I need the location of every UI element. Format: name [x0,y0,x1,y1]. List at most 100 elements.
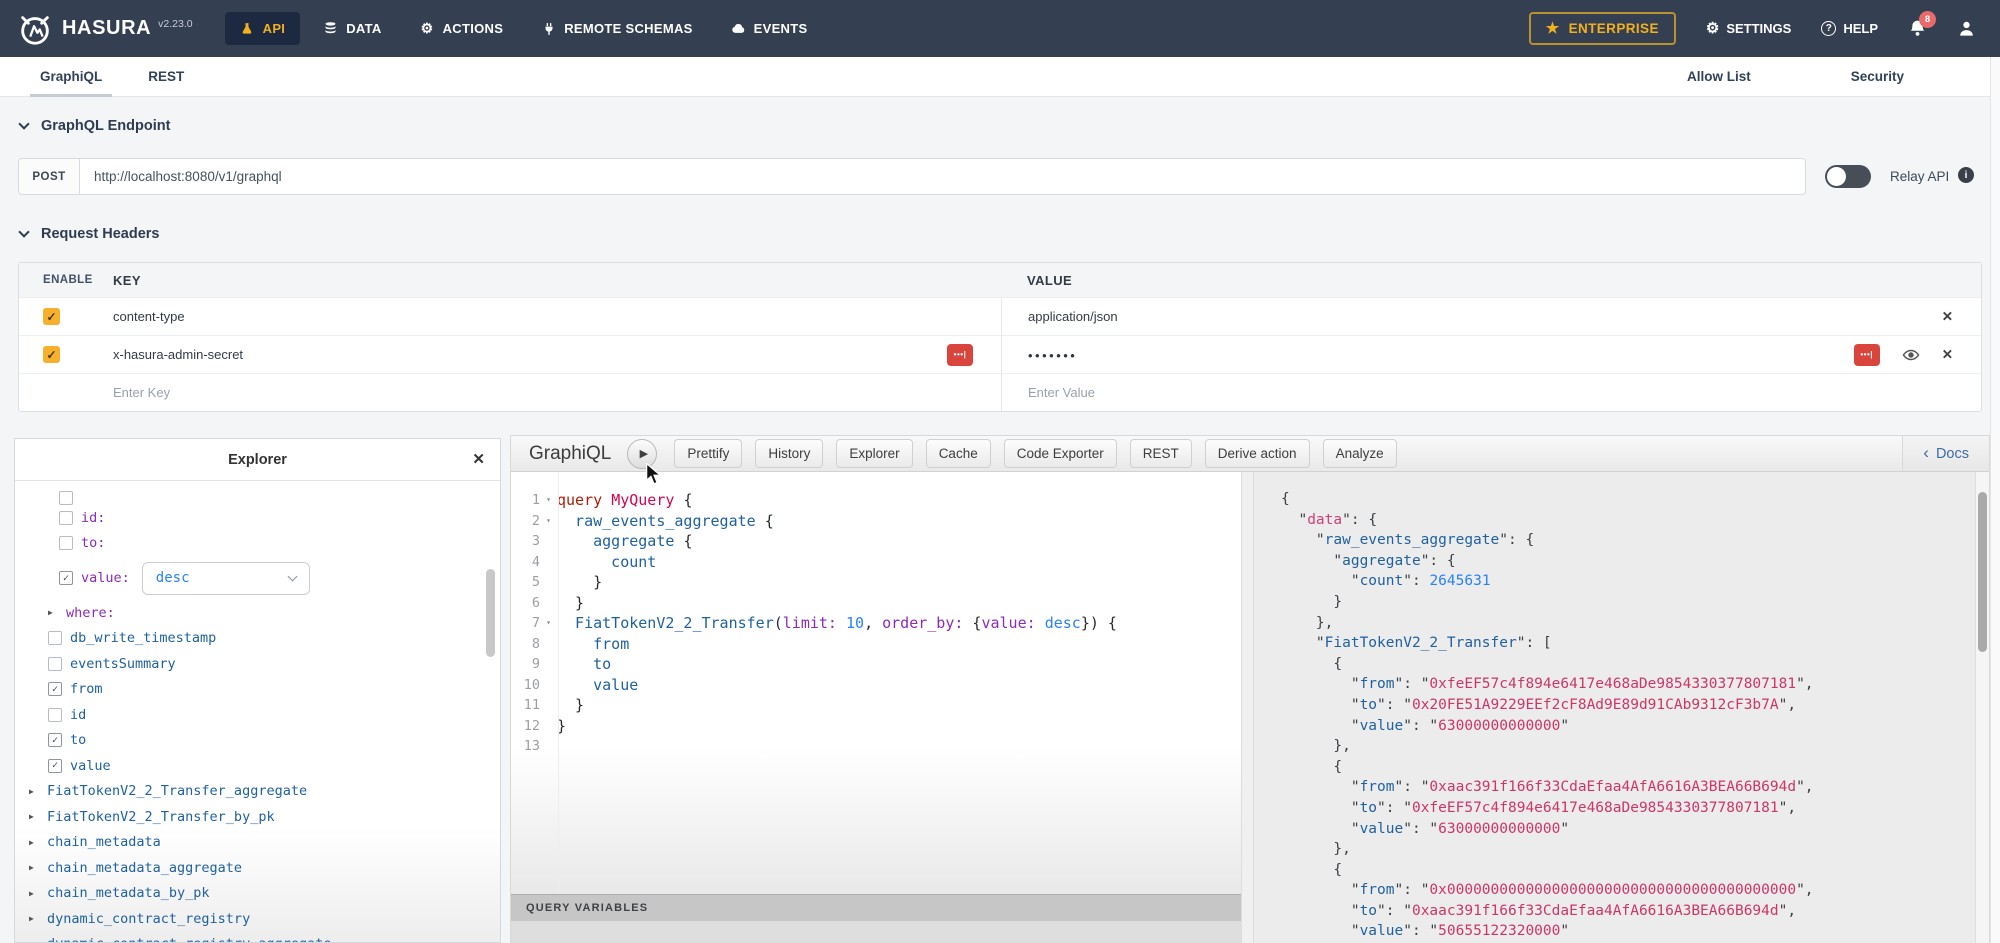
nav-item-actions[interactable]: ⚙ ACTIONS [405,12,519,45]
explorer-row[interactable]: ✓to [15,728,500,754]
masked-header-value[interactable]: ••••••• [1028,348,1077,363]
remove-header-icon[interactable]: ✕ [1942,347,1953,363]
result-line: { [1281,860,1989,881]
header-enabled-checkbox[interactable]: ✓ [43,346,60,363]
fold-arrow-icon: ▾ [540,511,557,532]
graphql-endpoint-section-header[interactable]: GraphQL Endpoint [20,118,170,134]
tab-graphiql[interactable]: GraphiQL [30,57,112,97]
toolbar-button-explorer[interactable]: Explorer [836,439,912,468]
remove-header-icon[interactable]: ✕ [1942,309,1953,325]
help-button[interactable]: ? HELP [1821,21,1878,36]
tab-rest[interactable]: REST [138,57,194,97]
header-key[interactable]: content-type [113,309,185,324]
toolbar-button-analyze[interactable]: Analyze [1323,439,1397,468]
help-label: HELP [1843,21,1878,36]
toolbar-button-cache[interactable]: Cache [926,439,991,468]
toolbar-button-derive-action[interactable]: Derive action [1205,439,1310,468]
explorer-row[interactable]: ▶ where: [15,600,500,626]
explorer-row[interactable]: ▶FiatTokenV2_2_Transfer_by_pk [15,804,500,830]
explorer-row[interactable]: ✓from [15,677,500,703]
header-enabled-checkbox[interactable]: ✓ [43,308,60,325]
explorer-title: Explorer [228,452,287,468]
query-editor[interactable]: 1▾query MyQuery {2▾ raw_events_aggregate… [511,472,1241,894]
explorer-row[interactable]: id [15,702,500,728]
new-header-key-input[interactable]: Enter Key [95,374,1001,411]
settings-button[interactable]: ⚙ SETTINGS [1706,21,1791,36]
query-variables-editor[interactable] [511,921,1241,943]
collapse-arrow-icon[interactable]: ▶ [29,914,42,923]
new-header-value-input[interactable]: Enter Value [1001,374,1981,411]
explorer-panel: Explorer ✕ id:to:✓value:desc ▶ where: db_wr… [14,438,501,943]
line-number: 2 [511,511,540,532]
explorer-row[interactable]: ▶chain_metadata_aggregate [15,855,500,881]
collapse-arrow-icon[interactable]: ▶ [29,787,42,796]
toolbar-button-prettify[interactable]: Prettify [674,439,742,468]
header-value[interactable]: application/json [1028,309,1118,324]
query-variables-bar[interactable]: QUERY VARIABLES [511,894,1241,921]
result-line: "value": "63000000000000" [1281,716,1989,737]
collapse-arrow-icon[interactable]: ▶ [29,838,42,847]
checkbox-icon[interactable]: ✓ [59,571,73,585]
checkbox-icon[interactable] [59,536,73,550]
tab-allow-list[interactable]: Allow List [1677,57,1761,97]
request-headers-section-header[interactable]: Request Headers [20,226,159,242]
toolbar-button-rest[interactable]: REST [1130,439,1192,468]
explorer-row[interactable]: ✓value [15,753,500,779]
explorer-row[interactable]: ▶chain_metadata [15,830,500,856]
toolbar-button-history[interactable]: History [755,439,823,468]
explorer-row[interactable]: ▶dynamic_contract_registry_aggregate [15,932,500,943]
checkbox-icon[interactable]: ✓ [48,733,62,747]
explorer-row[interactable]: to: [15,531,500,557]
notifications-button[interactable]: 8 [1908,19,1927,38]
explorer-row[interactable]: ▶ chain_metadata_by_pk [15,881,500,907]
relay-api-toggle[interactable] [1825,165,1871,188]
checkbox-icon[interactable]: ✓ [48,759,62,773]
explorer-row[interactable]: eventsSummary [15,651,500,677]
endpoint-url-input[interactable] [80,158,1806,195]
user-menu-button[interactable] [1957,19,1976,38]
nav-item-events[interactable]: EVENTS [716,12,823,45]
collapse-arrow-icon[interactable]: ▶ [29,812,42,821]
explorer-row[interactable]: ▶dynamic_contract_registry [15,906,500,932]
docs-button[interactable]: ‹ Docs [1902,436,1989,471]
close-icon[interactable]: ✕ [472,450,485,468]
checkbox-icon[interactable] [48,631,62,645]
enterprise-button[interactable]: ★ ENTERPRISE [1529,12,1676,45]
page-scrollbar[interactable] [1990,57,2000,943]
explorer-row[interactable]: ▶FiatTokenV2_2_Transfer_aggregate [15,779,500,805]
graphiql-title: GraphiQL [529,443,611,465]
graphiql-panel: GraphiQL ▶ PrettifyHistoryExplorerCacheC… [510,435,1990,943]
collapse-arrow-icon[interactable]: ▶ [29,889,42,898]
checkbox-icon[interactable] [59,491,73,505]
explorer-row[interactable]: ✓value:desc [15,556,500,600]
explorer-row-label: chain_metadata_by_pk [47,885,210,901]
results-scrollbar-thumb[interactable] [1978,492,1987,652]
fold-arrow-icon [540,654,557,675]
results-scrollbar-track[interactable] [1975,472,1989,943]
checkbox-icon[interactable] [59,511,73,525]
header-key[interactable]: x-hasura-admin-secret [113,347,243,362]
explorer-row-label: where: [66,605,115,621]
explorer-row-label: db_write_timestamp [70,630,216,646]
tab-security[interactable]: Security [1841,57,1914,97]
collapse-arrow-icon[interactable]: ▶ [48,608,61,617]
editor-results-divider[interactable] [1241,472,1254,943]
nav-item-data[interactable]: DATA [308,12,396,45]
info-icon[interactable]: i [1958,167,1974,183]
chevron-left-icon: ‹ [1923,443,1929,463]
sort-direction-dropdown[interactable]: desc [142,562,310,595]
column-key: KEY [95,263,1001,297]
collapse-arrow-icon[interactable]: ▶ [29,863,42,872]
checkbox-icon[interactable] [48,657,62,671]
explorer-row[interactable]: id: [15,505,500,531]
explorer-row[interactable] [15,484,500,505]
explorer-row[interactable]: db_write_timestamp [15,626,500,652]
checkbox-icon[interactable]: ✓ [48,682,62,696]
nav-item-remote-schemas[interactable]: REMOTE SCHEMAS [526,12,707,45]
nav-item-api[interactable]: API [225,12,301,45]
reveal-secret-eye-icon[interactable] [1902,346,1920,364]
hasura-logo-icon[interactable] [16,10,54,48]
checkbox-icon[interactable] [48,708,62,722]
explorer-scrollbar-thumb[interactable] [486,569,495,657]
toolbar-button-code-exporter[interactable]: Code Exporter [1004,439,1117,468]
